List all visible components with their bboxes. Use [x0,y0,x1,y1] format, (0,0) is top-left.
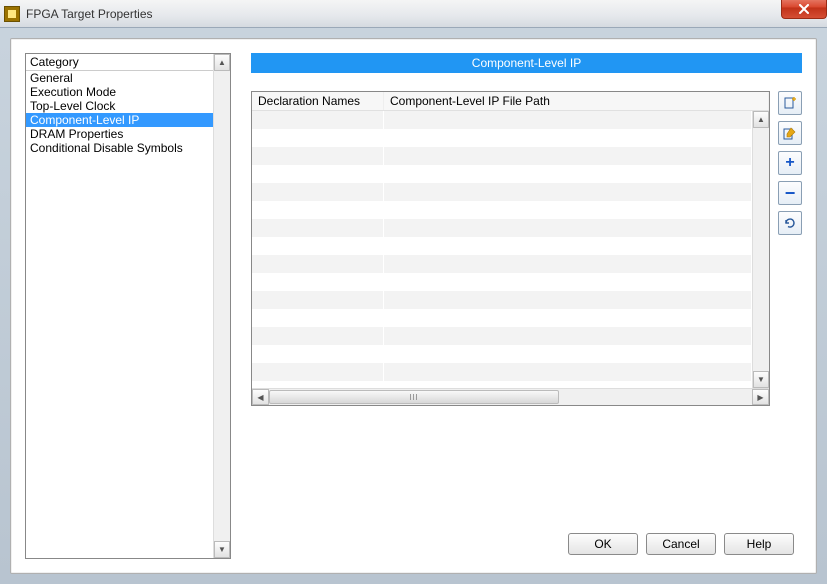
refresh-icon [783,216,797,230]
category-item[interactable]: Conditional Disable Symbols [26,141,213,155]
table-row[interactable] [252,345,752,363]
category-item[interactable]: Top-Level Clock [26,99,213,113]
table-row[interactable] [252,165,752,183]
plus-icon: + [785,155,794,171]
category-header: Category [26,54,213,71]
window-title: FPGA Target Properties [26,7,153,21]
table-row[interactable] [252,111,752,129]
table-row[interactable] [252,219,752,237]
category-item[interactable]: General [26,71,213,85]
titlebar: FPGA Target Properties [0,0,827,28]
app-icon [4,6,20,22]
table-row[interactable] [252,309,752,327]
inner-panel: Category GeneralExecution ModeTop-Level … [10,38,817,574]
cancel-button[interactable]: Cancel [646,533,716,555]
ok-button[interactable]: OK [568,533,638,555]
scroll-up-button[interactable]: ▲ [214,54,230,71]
scroll-down-button[interactable]: ▼ [214,541,230,558]
column-header-declaration-names[interactable]: Declaration Names [252,92,384,110]
table-row[interactable] [252,291,752,309]
scroll-down-button[interactable]: ▼ [753,371,769,388]
edit-button[interactable] [778,121,802,145]
content-area: Category GeneralExecution ModeTop-Level … [0,28,827,584]
scroll-right-button[interactable]: ▶ [752,389,769,405]
tool-column: + − [778,91,802,406]
table-row[interactable] [252,147,752,165]
table-row[interactable] [252,237,752,255]
table-vscroll[interactable]: ▲ ▼ [752,111,769,388]
table-rows [252,111,752,388]
table-row[interactable] [252,201,752,219]
table-row[interactable] [252,327,752,345]
new-button[interactable] [778,91,802,115]
table-row[interactable] [252,129,752,147]
category-item[interactable]: Component-Level IP [26,113,213,127]
scroll-up-button[interactable]: ▲ [753,111,769,128]
window-root: FPGA Target Properties Category GeneralE… [0,0,827,584]
scroll-track[interactable] [269,389,752,405]
help-button[interactable]: Help [724,533,794,555]
scroll-track[interactable] [753,128,769,371]
category-item[interactable]: DRAM Properties [26,127,213,141]
category-listbox[interactable]: Category GeneralExecution ModeTop-Level … [25,53,231,559]
minus-icon: − [785,184,796,202]
new-file-icon [783,96,797,110]
table-row[interactable] [252,363,752,381]
edit-icon [783,126,797,140]
scroll-track[interactable] [214,71,230,541]
table-row[interactable] [252,183,752,201]
table-row[interactable] [252,255,752,273]
page-banner: Component-Level IP [251,53,802,73]
column-header-file-path[interactable]: Component-Level IP File Path [384,92,769,110]
add-button[interactable]: + [778,151,802,175]
table-row[interactable] [252,273,752,291]
right-pane: Component-Level IP Declaration Names Com… [251,53,802,559]
close-button[interactable] [781,0,827,19]
refresh-button[interactable] [778,211,802,235]
table-area: Declaration Names Component-Level IP Fil… [251,91,802,406]
scroll-thumb[interactable] [269,390,559,404]
scroll-left-button[interactable]: ◀ [252,389,269,405]
table-headers: Declaration Names Component-Level IP Fil… [252,92,769,111]
close-icon [798,4,810,14]
dialog-buttons: OK Cancel Help [568,533,794,555]
table-hscroll[interactable]: ◀ ▶ [252,388,769,405]
ip-table[interactable]: Declaration Names Component-Level IP Fil… [251,91,770,406]
category-scrollbar[interactable]: ▲ ▼ [213,54,230,558]
category-pane: Category GeneralExecution ModeTop-Level … [25,53,231,559]
remove-button[interactable]: − [778,181,802,205]
category-item[interactable]: Execution Mode [26,85,213,99]
